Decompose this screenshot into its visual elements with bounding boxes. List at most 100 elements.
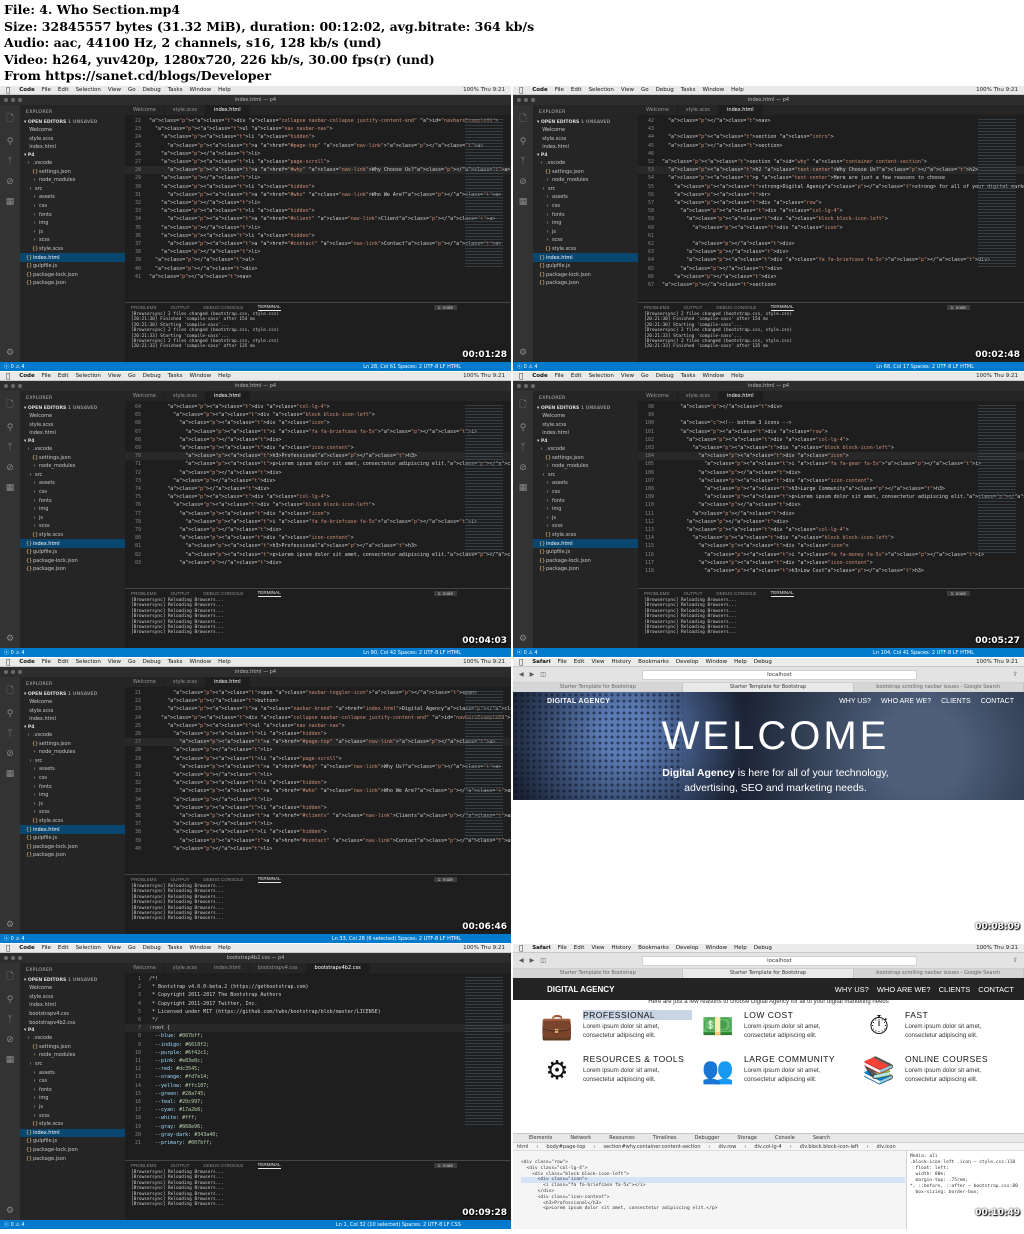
error-warning-count[interactable]: ⓧ 0 ⚠ 4 <box>4 1221 25 1228</box>
code-line[interactable]: 104 "a">class="p"><"a">class="t">div "a"… <box>638 452 1024 461</box>
file-tree-item[interactable]: › assets <box>533 193 638 202</box>
file-tree-item[interactable]: › img <box>20 791 125 800</box>
back-icon[interactable]: ◀ <box>519 957 524 964</box>
open-editor-item[interactable]: bootstrapv4b2.css <box>20 1018 125 1027</box>
address-bar[interactable]: localhost <box>641 669 917 680</box>
file-tree-item[interactable]: {}package.json <box>20 851 125 860</box>
error-warning-count[interactable]: ⓧ 0 ⚠ 4 <box>4 363 25 370</box>
code-line[interactable]: 81 "a">class="p"><"a">class="t">h3>Profe… <box>125 542 511 550</box>
code-line[interactable]: 117 "a">class="p"><"a">class="t">div "a"… <box>638 559 1024 567</box>
file-tree-item[interactable]: › css <box>20 202 125 211</box>
extensions-icon[interactable]: ▦ <box>6 769 15 779</box>
file-tree-item[interactable]: › fonts <box>20 210 125 219</box>
code-line[interactable]: 31 "a">class="p"></"a">class="t">li> <box>125 771 511 779</box>
zoom-window-icon[interactable] <box>18 670 22 674</box>
debug-icon[interactable]: ⊘ <box>6 1035 14 1045</box>
menu-item[interactable]: Window <box>189 87 211 93</box>
file-tree-item[interactable]: › img <box>20 1094 125 1103</box>
file-tree-item[interactable]: {}gulpfile.js <box>20 834 125 843</box>
error-warning-count[interactable]: ⓧ 0 ⚠ 4 <box>4 935 25 942</box>
menu-item[interactable]: Help <box>218 373 231 379</box>
file-tree-item[interactable]: › .vscode <box>20 159 125 168</box>
panel-tab[interactable]: TERMINAL <box>257 590 281 597</box>
code-line[interactable]: 35 "a">class="p"><"a">class="t">li "a">c… <box>125 804 511 812</box>
browser-tab[interactable]: bootstrap scrolling navbar issues - Goog… <box>854 969 1024 978</box>
open-editor-item[interactable]: style.scss <box>20 135 125 144</box>
menu-item[interactable]: Go <box>128 945 136 951</box>
open-editor-item[interactable]: index.html <box>533 429 638 438</box>
file-tree-item[interactable]: › css <box>20 774 125 783</box>
code-line[interactable]: 98 "a">class="p"></"a">class="t">div> <box>638 403 1024 411</box>
terminal-select[interactable]: 1: node <box>433 304 457 311</box>
menu-item[interactable]: Debug <box>754 659 772 665</box>
close-window-icon[interactable] <box>4 384 8 388</box>
source-control-icon[interactable]: ᛉ <box>520 443 525 453</box>
code-line[interactable]: 69 "a">class="p"><"a">class="t">div "a">… <box>125 444 511 452</box>
menu-item[interactable]: Go <box>128 87 136 93</box>
error-warning-count[interactable]: ⓧ 0 ⚠ 4 <box>517 363 538 370</box>
project-folder[interactable]: ▾ P4 <box>20 152 125 159</box>
file-tree-item[interactable]: {}package-lock.json <box>20 843 125 852</box>
site-brand[interactable]: DIGITAL AGENCY <box>547 985 614 994</box>
code-line[interactable]: 56 "a">class="p"><"a">class="t">br> <box>638 191 1024 199</box>
file-tree-item[interactable]: › src <box>20 1060 125 1069</box>
menu-item[interactable]: Develop <box>676 659 699 665</box>
debug-icon[interactable]: ⊘ <box>6 463 14 473</box>
menu-item[interactable]: Edit <box>58 87 69 93</box>
file-tree-item[interactable]: {}package.json <box>533 565 638 574</box>
code-line[interactable]: 2 * Bootstrap v4.0.0-beta.2 (https://get… <box>125 983 511 991</box>
code-line[interactable]: 39 "a">class="p"><"a">class="t">a "a">hr… <box>125 837 511 845</box>
menu-item[interactable]: View <box>621 373 634 379</box>
code-line[interactable]: 14 --yellow: #ffc107; <box>125 1082 511 1090</box>
menu-item[interactable]: Help <box>218 945 231 951</box>
share-icon[interactable]: ⇧ <box>1013 671 1018 678</box>
file-tree-item[interactable]: {}gulpfile.js <box>533 548 638 557</box>
menu-item[interactable]: Edit <box>58 945 69 951</box>
zoom-window-icon[interactable] <box>531 98 535 102</box>
editor-tab[interactable]: style.scss <box>678 391 720 401</box>
menu-item[interactable]: Edit <box>571 373 582 379</box>
file-tree-item[interactable]: › scss <box>20 808 125 817</box>
panel-tab[interactable]: DEBUG CONSOLE <box>716 305 756 310</box>
code-line[interactable]: 63 "a">class="p"></"a">class="t">div> <box>638 248 1024 256</box>
menu-item[interactable]: Help <box>731 87 744 93</box>
panel-tab[interactable]: DEBUG CONSOLE <box>716 591 756 596</box>
code-line[interactable]: 66 "a">class="p"></"a">class="t">div> <box>638 273 1024 281</box>
browser-tab[interactable]: Starter Template for Bootstrap <box>513 969 684 978</box>
code-line[interactable]: 70 "a">class="p"><"a">class="t">h3>Profe… <box>125 452 511 461</box>
menu-item[interactable]: Selection <box>76 373 101 379</box>
open-editor-item[interactable]: bootstrapv4.css <box>20 1010 125 1019</box>
file-tree-item[interactable]: › assets <box>533 479 638 488</box>
code-line[interactable]: 72 "a">class="p"></"a">class="t">div> <box>125 469 511 477</box>
file-tree-item[interactable]: {}package-lock.json <box>20 271 125 280</box>
file-tree-item[interactable]: › assets <box>20 479 125 488</box>
code-line[interactable]: 4 * Copyright 2011-2017 Twitter, Inc. <box>125 1000 511 1008</box>
file-tree-item[interactable]: › fonts <box>533 210 638 219</box>
file-tree-item[interactable]: {}index.html <box>20 253 125 262</box>
code-line[interactable]: 113 "a">class="p"><"a">class="t">div "a"… <box>638 526 1024 534</box>
apple-icon[interactable]:  <box>6 658 10 666</box>
file-tree-item[interactable]: › img <box>533 505 638 514</box>
minimap[interactable] <box>465 403 503 553</box>
menu-item[interactable]: File <box>42 945 51 951</box>
menu-item[interactable]: Window <box>189 659 211 665</box>
code-line[interactable]: 23 "a">class="p"><"a">class="t">a "a">cl… <box>125 705 511 713</box>
app-menu[interactable]: Code <box>19 87 34 93</box>
dom-breadcrumb[interactable]: div.icon <box>877 1144 896 1150</box>
code-line[interactable]: 59 "a">class="p"><"a">class="t">div "a">… <box>638 215 1024 223</box>
code-editor[interactable]: 98 "a">class="p"></"a">class="t">div> 99 1… <box>638 401 1024 588</box>
open-editors-header[interactable]: ▾ OPEN EDITORS 1 UNSAVED <box>20 691 125 698</box>
menu-item[interactable]: Edit <box>58 659 69 665</box>
panel-tab[interactable]: PROBLEMS <box>131 591 157 596</box>
open-editor-item[interactable]: style.scss <box>533 135 638 144</box>
code-line[interactable]: 33 "a">class="p"><"a">class="t">a "a">hr… <box>125 787 511 795</box>
code-line[interactable]: 35 "a">class="p"></"a">class="t">li> <box>125 224 511 232</box>
panel-tab[interactable]: TERMINAL <box>257 876 281 883</box>
file-tree-item[interactable]: › node_modules <box>20 462 125 471</box>
files-icon[interactable]: 🗋 <box>6 683 13 699</box>
code-line[interactable]: 65 "a">class="p"><"a">class="t">div "a">… <box>125 411 511 419</box>
menu-item[interactable]: Tasks <box>681 373 696 379</box>
code-line[interactable]: 73 "a">class="p"></"a">class="t">div> <box>125 477 511 485</box>
file-tree-item[interactable]: › node_modules <box>20 176 125 185</box>
menu-item[interactable]: Edit <box>574 945 585 951</box>
